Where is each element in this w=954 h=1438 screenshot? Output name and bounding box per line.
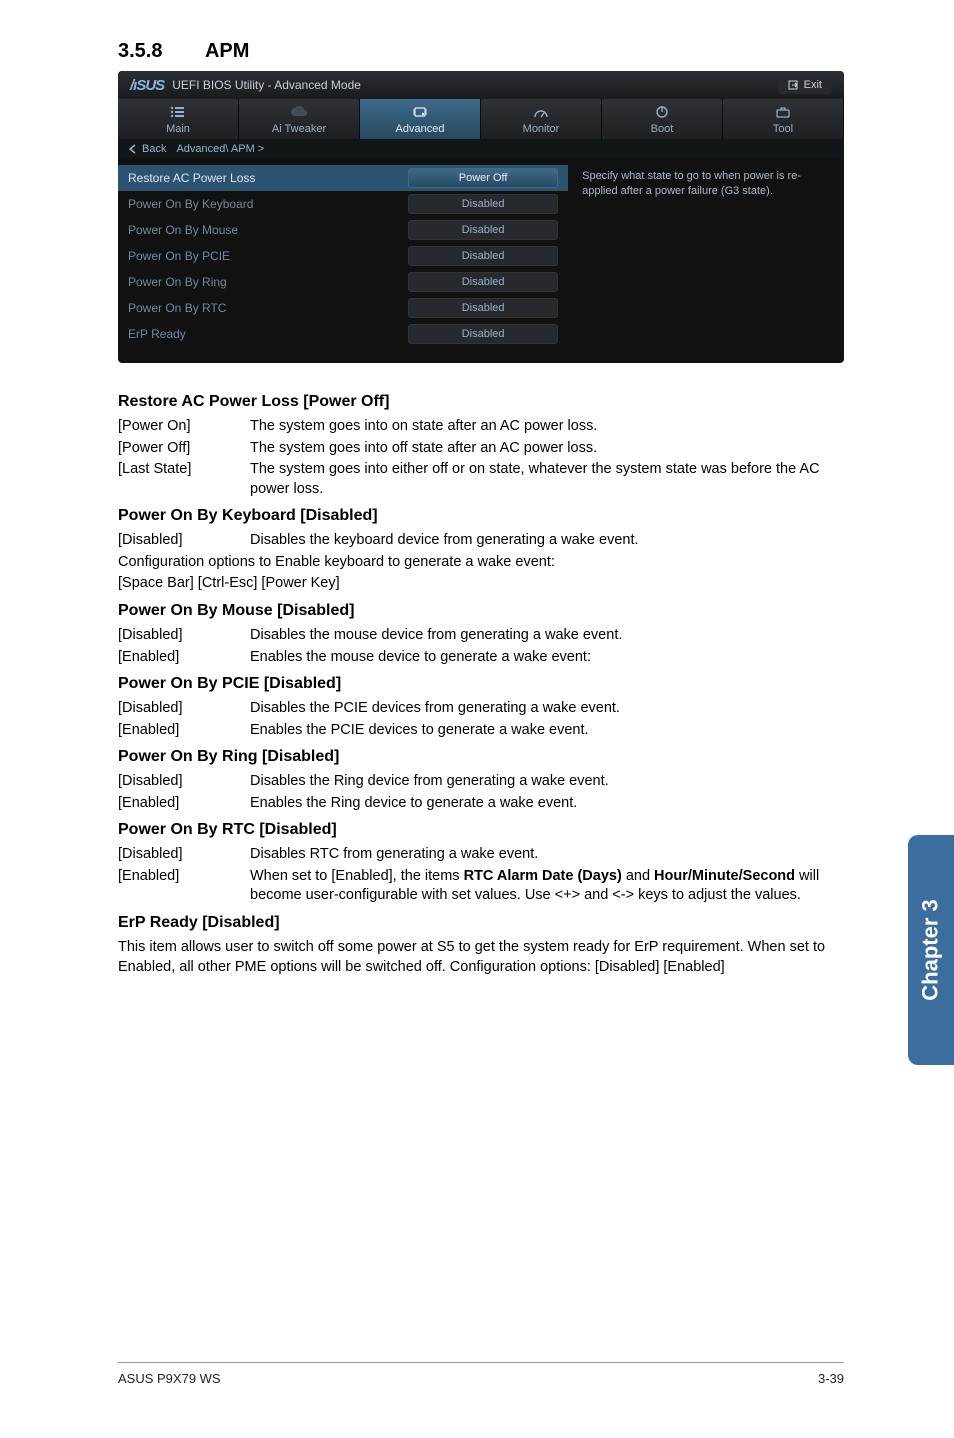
body-text: Configuration options to Enable keyboard… xyxy=(118,553,844,573)
list-item: [Disabled]Disables the Ring device from … xyxy=(118,772,844,792)
option-value[interactable]: Disabled xyxy=(408,246,558,266)
bios-tabs: Main Ai Tweaker Advanced Monitor Boot To… xyxy=(118,99,844,139)
power-icon xyxy=(653,105,671,119)
body-text: This item allows user to switch off some… xyxy=(118,938,844,977)
list-item: [Disabled]Disables the PCIE devices from… xyxy=(118,699,844,719)
heading-power-keyboard: Power On By Keyboard [Disabled] xyxy=(118,507,844,525)
section-number: 3.5.8 xyxy=(118,40,162,62)
tab-ai-tweaker[interactable]: Ai Tweaker xyxy=(239,99,360,139)
list-item: [Enabled]Enables the PCIE devices to gen… xyxy=(118,721,844,741)
list-item: [Enabled]When set to [Enabled], the item… xyxy=(118,867,844,906)
bios-screenshot: /ıSUS UEFI BIOS Utility - Advanced Mode … xyxy=(118,71,844,363)
heading-power-pcie: Power On By PCIE [Disabled] xyxy=(118,675,844,693)
list-item: [Disabled]Disables RTC from generating a… xyxy=(118,845,844,865)
list-item: [Enabled]Enables the mouse device to gen… xyxy=(118,648,844,668)
option-power-on-by-mouse[interactable]: Power On By Mouse Disabled xyxy=(118,217,568,243)
option-restore-ac-power-loss[interactable]: Restore AC Power Loss Power Off xyxy=(118,165,568,191)
bios-help-panel: Specify what state to go to when power i… xyxy=(568,159,844,363)
back-button[interactable]: Back xyxy=(128,143,166,155)
asus-logo: /ıSUS xyxy=(130,77,164,94)
footer-page-number: 3-39 xyxy=(818,1371,844,1386)
gauge-icon xyxy=(532,105,550,119)
tab-main[interactable]: Main xyxy=(118,99,239,139)
tab-advanced[interactable]: Advanced xyxy=(360,99,481,139)
option-power-on-by-pcie[interactable]: Power On By PCIE Disabled xyxy=(118,243,568,269)
option-value[interactable]: Disabled xyxy=(408,194,558,214)
heading-restore-ac: Restore AC Power Loss [Power Off] xyxy=(118,393,844,411)
toolbox-icon xyxy=(774,105,792,119)
bios-titlebar: /ıSUS UEFI BIOS Utility - Advanced Mode … xyxy=(118,71,844,99)
list-item: [Last State]The system goes into either … xyxy=(118,460,844,499)
option-value[interactable]: Disabled xyxy=(408,220,558,240)
exit-button[interactable]: Exit xyxy=(778,76,832,94)
heading-power-ring: Power On By Ring [Disabled] xyxy=(118,748,844,766)
heading-power-mouse: Power On By Mouse [Disabled] xyxy=(118,602,844,620)
cloud-icon xyxy=(290,105,308,119)
option-erp-ready[interactable]: ErP Ready Disabled xyxy=(118,321,568,347)
heading-erp-ready: ErP Ready [Disabled] xyxy=(118,914,844,932)
chip-icon xyxy=(411,105,429,119)
list-item: [Enabled]Enables the Ring device to gene… xyxy=(118,794,844,814)
bios-header-title: UEFI BIOS Utility - Advanced Mode xyxy=(172,78,361,92)
arrow-left-icon xyxy=(128,144,138,154)
section-title: APM xyxy=(205,40,249,62)
option-power-on-by-rtc[interactable]: Power On By RTC Disabled xyxy=(118,295,568,321)
option-power-on-by-ring[interactable]: Power On By Ring Disabled xyxy=(118,269,568,295)
footer-model: ASUS P9X79 WS xyxy=(118,1371,221,1386)
tab-boot[interactable]: Boot xyxy=(602,99,723,139)
option-value[interactable]: Power Off xyxy=(408,168,558,188)
option-value[interactable]: Disabled xyxy=(408,272,558,292)
chapter-tab: Chapter 3 xyxy=(908,835,954,1065)
heading-power-rtc: Power On By RTC [Disabled] xyxy=(118,821,844,839)
list-item: [Power Off]The system goes into off stat… xyxy=(118,439,844,459)
option-value[interactable]: Disabled xyxy=(408,324,558,344)
bios-options-list: Restore AC Power Loss Power Off Power On… xyxy=(118,159,568,363)
breadcrumb: Advanced\ APM > xyxy=(176,143,264,155)
tab-monitor[interactable]: Monitor xyxy=(481,99,602,139)
page-footer: ASUS P9X79 WS 3-39 xyxy=(118,1362,844,1386)
list-icon xyxy=(169,105,187,119)
body-text: [Space Bar] [Ctrl-Esc] [Power Key] xyxy=(118,574,844,594)
tab-tool[interactable]: Tool xyxy=(723,99,844,139)
list-item: [Disabled]Disables the mouse device from… xyxy=(118,626,844,646)
option-value[interactable]: Disabled xyxy=(408,298,558,318)
exit-icon xyxy=(788,80,798,90)
list-item: [Power On]The system goes into on state … xyxy=(118,417,844,437)
exit-label: Exit xyxy=(804,79,822,91)
list-item: [Disabled]Disables the keyboard device f… xyxy=(118,531,844,551)
option-power-on-by-keyboard[interactable]: Power On By Keyboard Disabled xyxy=(118,191,568,217)
